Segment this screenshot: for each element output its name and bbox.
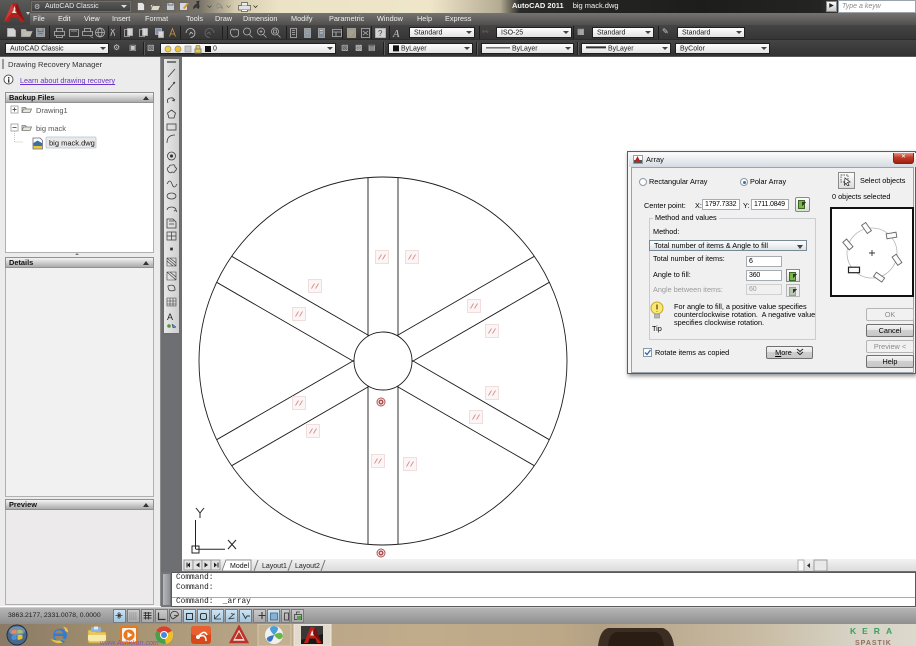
svg-text:big mack.dwg: big mack.dwg — [49, 139, 95, 148]
svg-text:A: A — [392, 29, 400, 40]
svg-text:big mack: big mack — [36, 124, 66, 133]
svg-text:?: ? — [378, 29, 383, 38]
svg-text:A: A — [167, 312, 173, 322]
svg-text:Layout2: Layout2 — [295, 563, 320, 570]
svg-text:KERA: KERA — [850, 626, 898, 636]
svg-text:www.Ashkkan.com: www.Ashkkan.com — [100, 640, 159, 646]
svg-text:Drawing1: Drawing1 — [36, 106, 68, 115]
svg-text:SPASTIK: SPASTIK — [855, 640, 892, 646]
svg-text:Layout1: Layout1 — [262, 563, 287, 570]
svg-text:Model: Model — [230, 563, 250, 570]
